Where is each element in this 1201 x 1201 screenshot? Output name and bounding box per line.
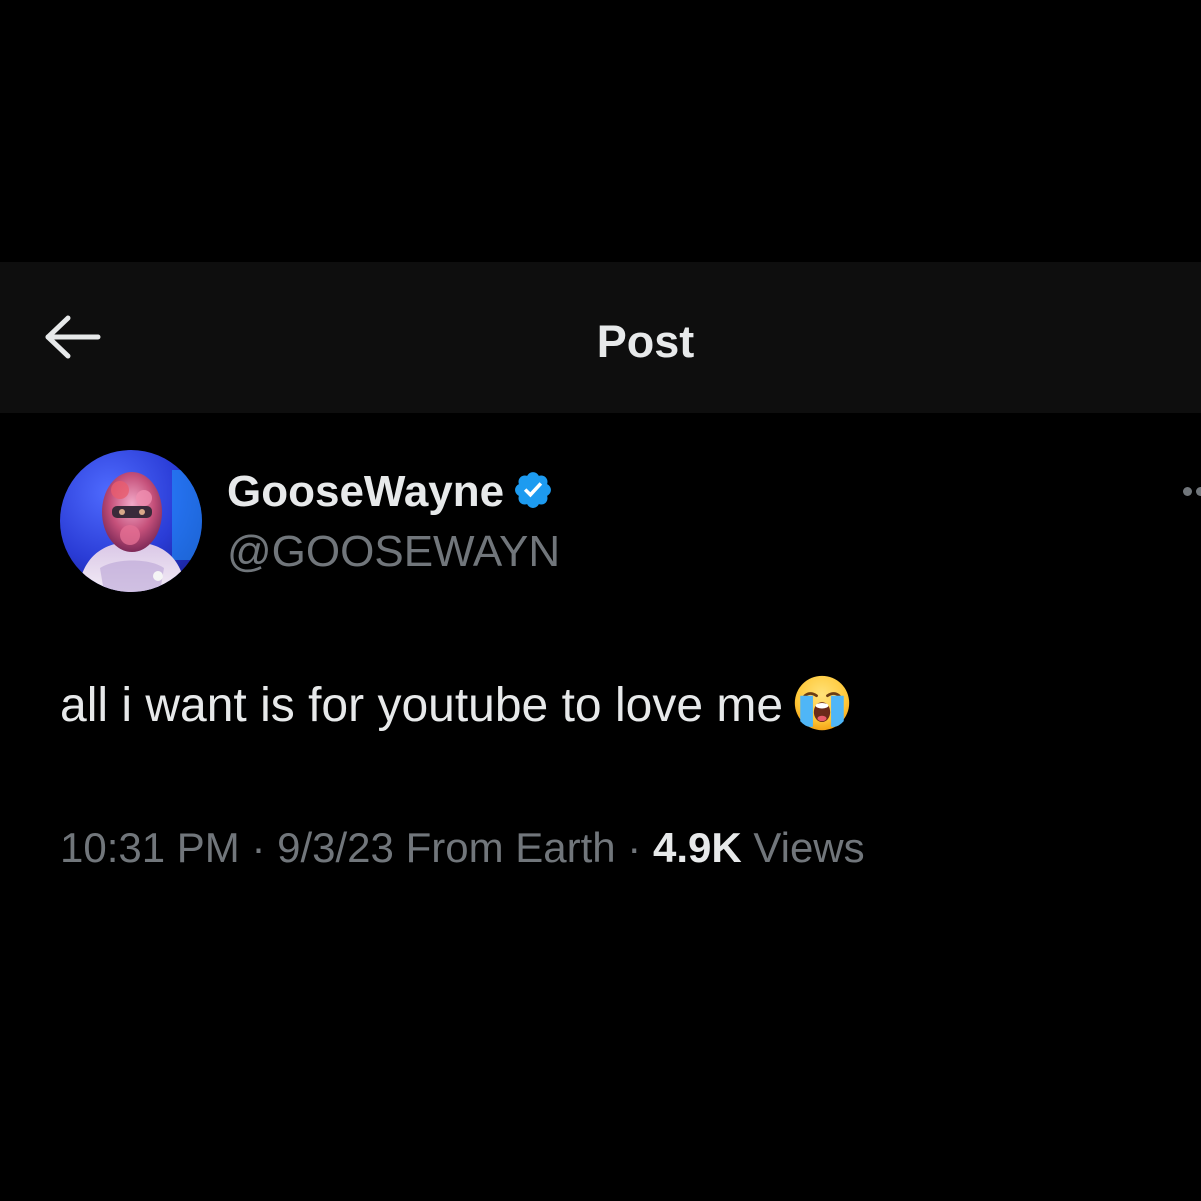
more-options-button[interactable] [1180, 482, 1201, 502]
post-date: 9/3/23 [277, 824, 394, 871]
top-bar: Post [0, 262, 1201, 413]
display-name-text: GooseWayne [227, 467, 505, 516]
post-body: all i want is for youtube to love me [60, 674, 851, 738]
page-title: Post [596, 316, 695, 367]
post-screen: Post GooseWayne @GOOSEWAYN all i want is… [0, 0, 1201, 1201]
meta-separator: · [251, 824, 266, 871]
post-time: 10:31 PM [60, 824, 240, 871]
verified-badge-icon [515, 472, 552, 509]
author-display-name[interactable]: GooseWayne [227, 464, 554, 520]
views-label[interactable]: Views [753, 824, 864, 871]
meta-separator: · [627, 824, 642, 871]
views-count[interactable]: 4.9K [653, 824, 742, 871]
post-text: all i want is for youtube to love me [60, 679, 784, 732]
post-metadata: 10:31 PM · 9/3/23 From Earth · 4.9K View… [60, 820, 865, 876]
author-handle[interactable]: @GOOSEWAYN [227, 524, 560, 580]
loudly-crying-face-emoji [794, 676, 850, 731]
avatar[interactable] [60, 450, 202, 592]
avatar-photo [60, 450, 202, 592]
post-source: From Earth [405, 824, 616, 871]
